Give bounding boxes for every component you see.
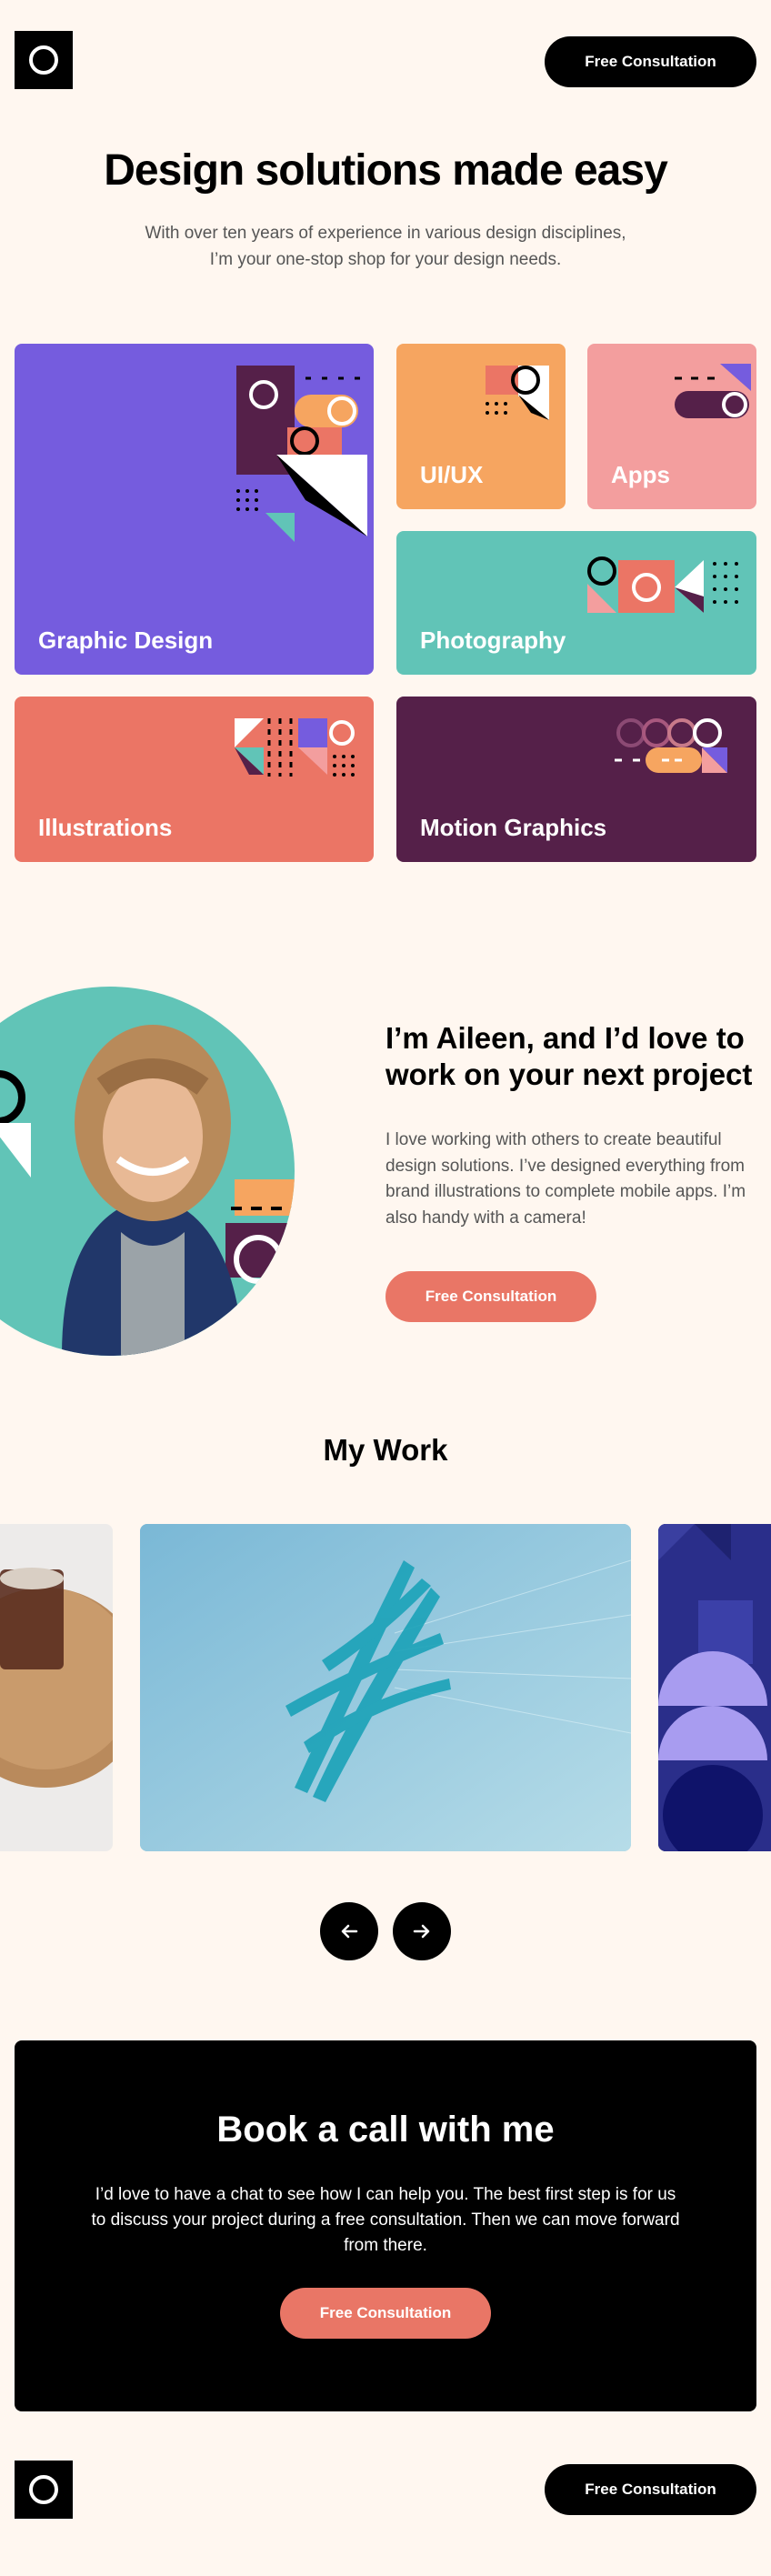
hero-subtitle: With over ten years of experience in var…: [145, 224, 626, 269]
sculpture-image: [140, 1524, 631, 1851]
profile-photo: [0, 987, 295, 1356]
service-label: Apps: [611, 461, 670, 488]
arrow-right-icon: [413, 1924, 430, 1939]
service-card-apps[interactable]: Apps: [587, 344, 756, 509]
carousel-prev-button[interactable]: [320, 1902, 378, 1960]
arrow-left-icon: [341, 1924, 358, 1939]
service-label: Motion Graphics: [420, 814, 607, 841]
service-card-motion-graphics[interactable]: Motion Graphics: [396, 697, 756, 862]
cta-title: Book a call with me: [216, 2110, 555, 2150]
geometric-shapes-icon: [236, 366, 369, 542]
cta-section: Book a call with me I’d love to have a c…: [15, 2040, 756, 2411]
service-card-ui-ux[interactable]: UI/UX: [396, 344, 566, 509]
service-label: Graphic Design: [38, 626, 214, 654]
geometric-shapes-icon: [615, 718, 727, 773]
geometric-shapes-icon: [587, 556, 738, 613]
work-slide-geometric[interactable]: [658, 1524, 771, 1851]
service-label: Illustrations: [38, 814, 173, 841]
geometric-shapes-icon: [486, 366, 549, 420]
service-label: Photography: [420, 626, 566, 654]
work-title: My Work: [323, 1433, 448, 1467]
service-card-illustrations[interactable]: Illustrations: [15, 697, 374, 862]
footer-consultation-button[interactable]: Free Consultation: [545, 2464, 756, 2515]
cta-consultation-button[interactable]: Free Consultation: [280, 2288, 491, 2339]
carousel-next-button[interactable]: [393, 1902, 451, 1960]
header-consultation-button[interactable]: Free Consultation: [545, 36, 756, 87]
service-card-photography[interactable]: Photography: [396, 531, 756, 675]
about-text: I love working with others to create bea…: [386, 1130, 746, 1228]
geometric-shapes-icon: [235, 718, 356, 777]
geometric-shapes-icon: [675, 364, 751, 418]
hero-title: Design solutions made easy: [104, 146, 668, 195]
circle-logo-icon: [29, 2475, 58, 2504]
work-slide-sculpture[interactable]: [140, 1524, 631, 1851]
cta-text: I’d love to have a chat to see how I can…: [91, 2185, 680, 2255]
service-label: UI/UX: [420, 461, 484, 488]
logo[interactable]: [15, 31, 73, 89]
portrait-image: [0, 1025, 295, 1356]
service-card-graphic-design[interactable]: Graphic Design: [15, 344, 374, 675]
work-slide-coffee[interactable]: [0, 1524, 113, 1851]
about-consultation-button[interactable]: Free Consultation: [386, 1271, 596, 1322]
coffee-image: [0, 1568, 113, 1788]
page: Free Consultation Design solutions made …: [0, 0, 771, 2576]
geometric-art-image: [658, 1524, 771, 1851]
circle-logo-icon: [29, 45, 58, 75]
about-title: I’m Aileen, and I’d love to work on your…: [386, 1021, 753, 1091]
footer-logo[interactable]: [15, 2461, 73, 2519]
